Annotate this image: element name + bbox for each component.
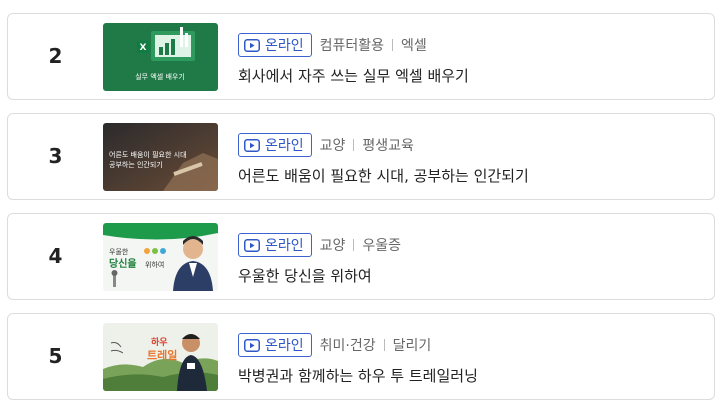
- course-ranking-list: 2 X 실무 엑셀 배우기 온라인 컴퓨터활용 엑셀 회사에서 자주 쓰는 실무…: [0, 0, 722, 413]
- play-icon: [244, 338, 260, 352]
- thumbnail-caption: 실무 엑셀 배우기: [135, 72, 185, 81]
- online-badge: 온라인: [238, 33, 312, 57]
- thumbnail-caption-line1: 우울한: [109, 248, 129, 256]
- online-badge: 온라인: [238, 233, 312, 257]
- divider: [392, 39, 394, 51]
- subcategory-label: 우울증: [362, 238, 402, 254]
- thumbnail-caption-line3: 위하여: [145, 260, 164, 269]
- subcategory-label: 평생교육: [362, 138, 414, 154]
- rank-number: 5: [48, 344, 63, 368]
- category-label: 컴퓨터활용: [319, 38, 385, 54]
- svg-text:트레일: 트레일: [147, 348, 177, 362]
- play-icon: [244, 38, 260, 52]
- course-card[interactable]: 5 하우 트레일 온라인 취미·건강 달리기 박병권과 함께하는 하우 투 트레…: [7, 313, 715, 400]
- thumbnail-caption-line1: 어른도 배움이 필요한 시대: [109, 150, 187, 159]
- badge-label: 온라인: [265, 338, 304, 354]
- course-thumbnail[interactable]: 하우 트레일: [103, 323, 218, 391]
- online-badge: 온라인: [238, 333, 312, 357]
- badge-label: 온라인: [265, 38, 304, 54]
- course-meta: 온라인 교양 평생교육: [238, 132, 414, 158]
- category-label: 교양: [319, 238, 346, 254]
- category-label: 교양: [319, 138, 346, 154]
- badge-label: 온라인: [265, 138, 304, 154]
- rank-number: 3: [48, 144, 63, 168]
- subcategory-label: 달리기: [392, 338, 432, 354]
- course-meta: 온라인 취미·건강 달리기: [238, 332, 431, 358]
- divider: [353, 139, 355, 151]
- divider: [353, 239, 355, 251]
- rank-number: 4: [48, 244, 63, 268]
- course-title[interactable]: 회사에서 자주 쓰는 실무 엑셀 배우기: [238, 65, 469, 86]
- course-thumbnail[interactable]: 어른도 배움이 필요한 시대 공부하는 인간되기: [103, 123, 218, 191]
- svg-text:하우: 하우: [151, 336, 168, 348]
- rank-number: 2: [48, 44, 63, 68]
- course-meta: 온라인 교양 우울증: [238, 232, 401, 258]
- course-title[interactable]: 어른도 배움이 필요한 시대, 공부하는 인간되기: [238, 165, 529, 186]
- course-thumbnail[interactable]: X 실무 엑셀 배우기: [103, 23, 218, 91]
- course-title[interactable]: 우울한 당신을 위하여: [238, 265, 372, 286]
- play-icon: [244, 238, 260, 252]
- course-card[interactable]: 2 X 실무 엑셀 배우기 온라인 컴퓨터활용 엑셀 회사에서 자주 쓰는 실무…: [7, 13, 715, 100]
- course-card[interactable]: 3 어른도 배움이 필요한 시대 공부하는 인간되기 온라인 교양 평생교육 어…: [7, 113, 715, 200]
- subcategory-label: 엑셀: [401, 38, 427, 54]
- course-thumbnail[interactable]: 우울한 당신을 위하여: [103, 223, 218, 291]
- svg-text:X: X: [140, 43, 147, 53]
- divider: [383, 339, 385, 351]
- thumbnail-caption-line2: 공부하는 인간되기: [109, 160, 163, 169]
- thumbnail-caption-line2: 당신을: [109, 257, 137, 270]
- online-badge: 온라인: [238, 133, 312, 157]
- badge-label: 온라인: [265, 238, 304, 254]
- course-meta: 온라인 컴퓨터활용 엑셀: [238, 32, 427, 58]
- category-label: 취미·건강: [319, 338, 376, 354]
- course-title[interactable]: 박병권과 함께하는 하우 투 트레일러닝: [238, 365, 478, 386]
- course-card[interactable]: 4 우울한 당신을 위하여 온라인 교양 우울증 우울한 당신을 위하여: [7, 213, 715, 300]
- play-icon: [244, 138, 260, 152]
